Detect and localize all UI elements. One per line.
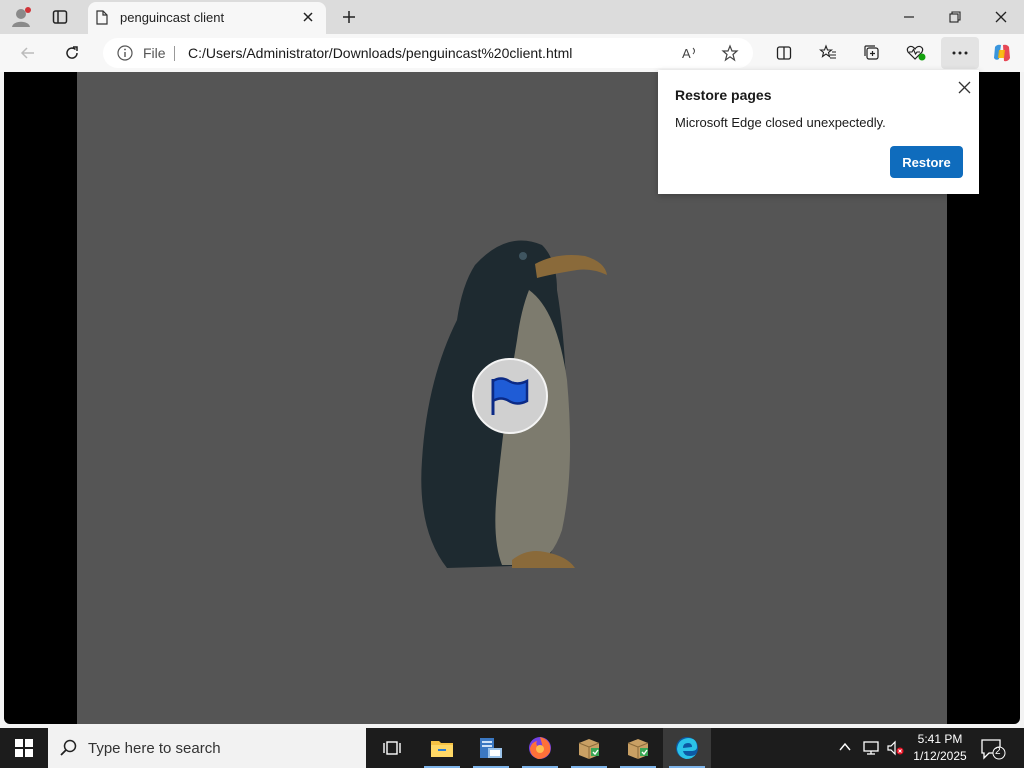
page-icon: [96, 10, 108, 28]
close-window-icon[interactable]: [978, 0, 1024, 34]
favorites-icon[interactable]: [814, 40, 842, 66]
firefox-icon[interactable]: [516, 728, 564, 768]
task-view-icon[interactable]: [368, 728, 416, 768]
copilot-icon[interactable]: [988, 40, 1016, 66]
notification-center-icon[interactable]: 2: [980, 738, 1006, 760]
popup-title: Restore pages: [675, 87, 772, 103]
new-tab-icon[interactable]: [336, 5, 362, 29]
edge-icon[interactable]: [663, 728, 711, 768]
back-arrow-icon[interactable]: [14, 40, 42, 66]
notification-count: 2: [995, 746, 1001, 757]
taskbar-search-box[interactable]: Type here to search: [48, 728, 366, 768]
info-icon[interactable]: [117, 45, 133, 64]
navigation-bar: File C:/Users/Administrator/Downloads/pe…: [0, 34, 1024, 72]
read-aloud-icon[interactable]: A: [681, 44, 699, 65]
divider: [174, 46, 175, 61]
settings-more-icon[interactable]: [941, 37, 979, 69]
favorite-star-icon[interactable]: [721, 44, 739, 65]
address-bar[interactable]: File C:/Users/Administrator/Downloads/pe…: [103, 38, 753, 68]
clock-date[interactable]: 1/12/2025: [910, 749, 970, 763]
server-manager-icon[interactable]: [467, 728, 515, 768]
start-windows-icon[interactable]: [0, 728, 48, 768]
taskbar: Type here to search 5:41 PM 1/12/2025 2: [0, 728, 1024, 768]
search-placeholder: Type here to search: [88, 740, 221, 757]
close-popup-icon[interactable]: [953, 76, 975, 98]
split-screen-icon[interactable]: [770, 40, 798, 66]
collections-icon[interactable]: [858, 40, 886, 66]
search-icon: [60, 739, 78, 760]
flag-icon: [491, 377, 529, 415]
title-bar: penguincast client: [0, 0, 1024, 34]
svg-text:A: A: [682, 46, 691, 61]
network-icon[interactable]: [862, 740, 880, 759]
minimize-icon[interactable]: [886, 0, 932, 34]
installer-package-icon-2[interactable]: [614, 728, 662, 768]
tab-penguincast[interactable]: penguincast client: [88, 2, 326, 34]
refresh-icon[interactable]: [58, 40, 86, 66]
profile-avatar-icon[interactable]: [8, 5, 34, 29]
url-text[interactable]: C:/Users/Administrator/Downloads/penguin…: [188, 45, 572, 61]
restore-button[interactable]: Restore: [890, 146, 963, 178]
close-tab-icon[interactable]: [302, 11, 314, 26]
browser-essentials-icon[interactable]: [902, 40, 930, 66]
restore-window-icon[interactable]: [932, 0, 978, 34]
tab-actions-icon[interactable]: [47, 5, 73, 29]
file-scheme-label: File: [143, 45, 166, 61]
clock-time[interactable]: 5:41 PM: [915, 732, 965, 746]
popup-message: Microsoft Edge closed unexpectedly.: [675, 115, 886, 130]
tab-title: penguincast client: [120, 10, 225, 25]
volume-muted-icon[interactable]: [886, 740, 904, 759]
installer-package-icon[interactable]: [565, 728, 613, 768]
restore-pages-popup: Restore pages Microsoft Edge closed unex…: [658, 70, 979, 194]
green-flag-button[interactable]: [472, 358, 548, 434]
file-explorer-icon[interactable]: [418, 728, 466, 768]
show-hidden-icons-chevron-icon[interactable]: [838, 740, 852, 757]
